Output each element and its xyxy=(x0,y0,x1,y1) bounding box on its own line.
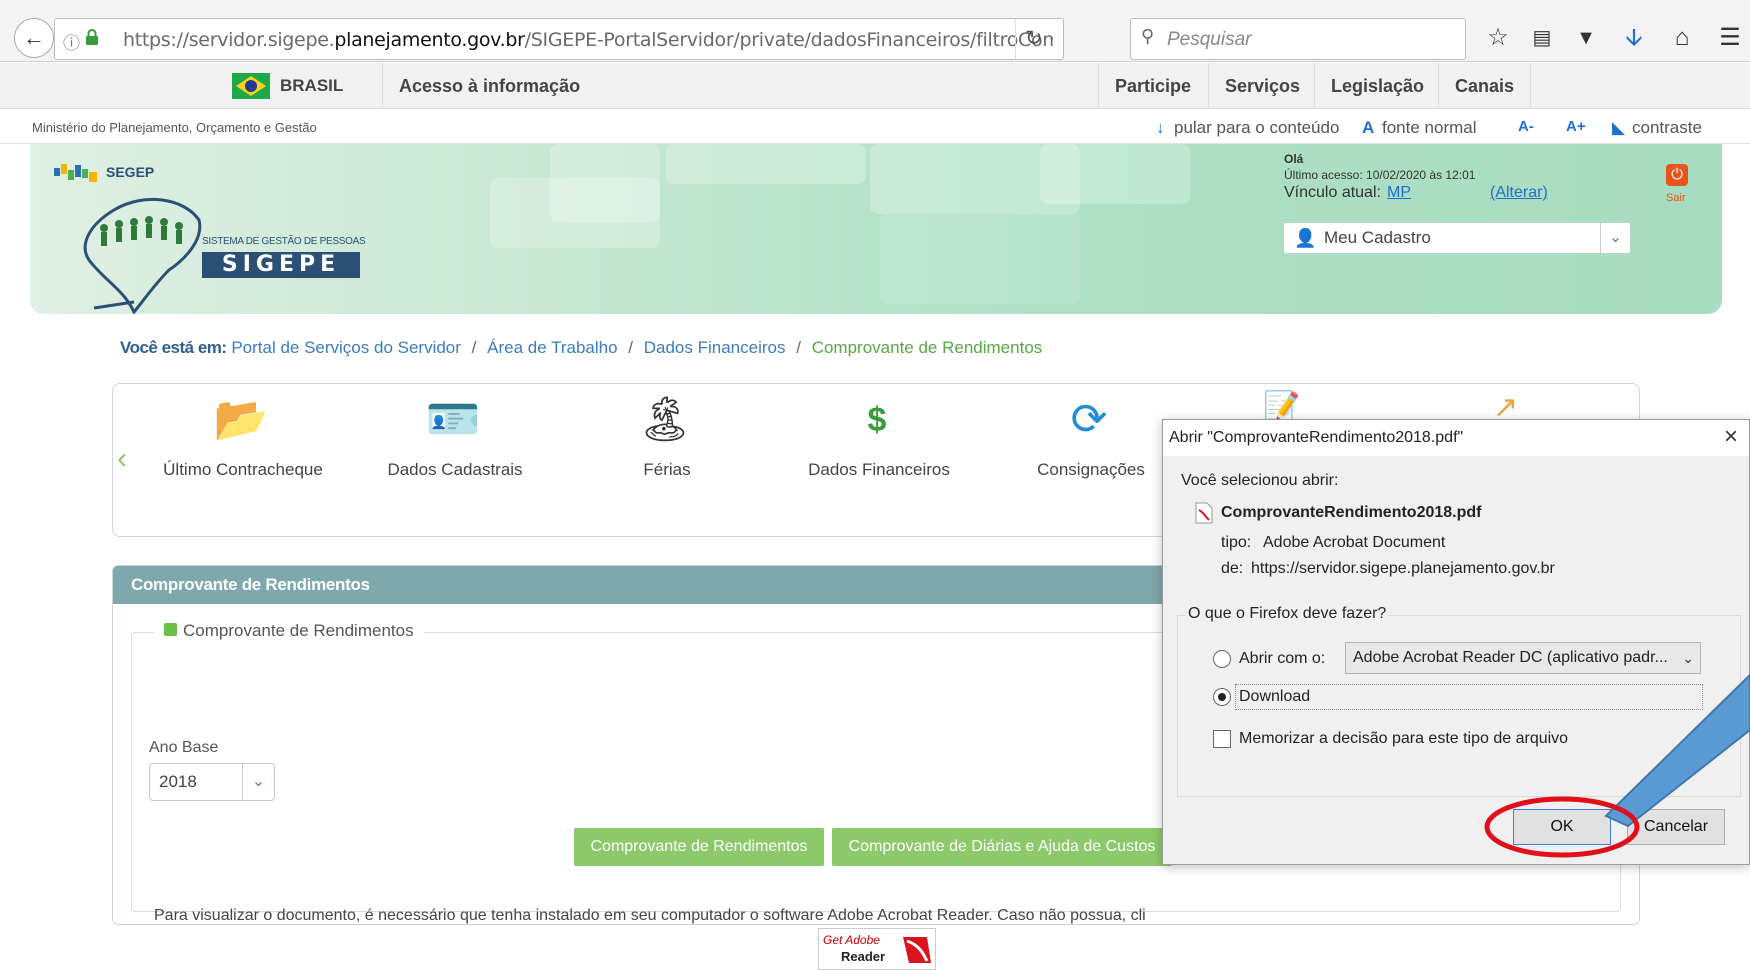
ok-highlight-ellipse xyxy=(1484,796,1640,858)
tutorial-annotation-overlay xyxy=(1484,673,1750,858)
callout-pointer-shape xyxy=(1604,673,1750,828)
